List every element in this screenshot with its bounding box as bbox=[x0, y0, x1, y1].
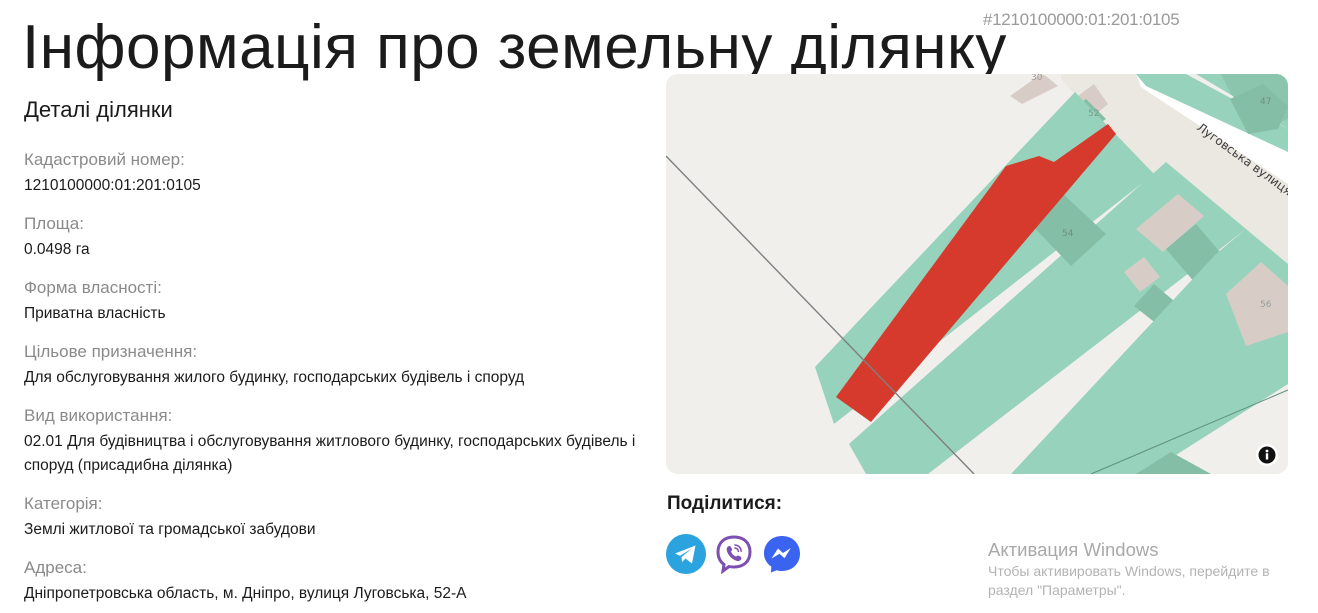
field-purpose: Цільове призначення: Для обслуговування … bbox=[24, 341, 644, 390]
field-value: Для обслуговування жилого будинку, госпо… bbox=[24, 369, 525, 386]
field-ownership: Форма власності: Приватна власність bbox=[24, 277, 644, 326]
house-number-label: 54 bbox=[1062, 229, 1074, 239]
field-value: Приватна власність bbox=[24, 305, 166, 322]
field-label: Адреса: bbox=[24, 558, 87, 577]
windows-activation-watermark: Активация Windows Чтобы активировать Win… bbox=[988, 538, 1298, 600]
messenger-icon[interactable] bbox=[762, 534, 802, 574]
field-label: Площа: bbox=[24, 214, 84, 233]
share-buttons bbox=[666, 534, 802, 574]
field-value: 02.01 Для будівництва і обслуговування ж… bbox=[24, 433, 636, 474]
house-number-label: 47 bbox=[1260, 97, 1271, 107]
watermark-title: Активация Windows bbox=[988, 539, 1159, 560]
house-number-label: 56 bbox=[1260, 300, 1272, 310]
field-value: 0.0498 га bbox=[24, 241, 90, 258]
field-label: Цільове призначення: bbox=[24, 342, 198, 361]
page-title: Інформація про земельну ділянку bbox=[22, 12, 1007, 82]
field-label: Категорія: bbox=[24, 494, 103, 513]
info-icon bbox=[1258, 446, 1276, 464]
house-number-label: 52 bbox=[1088, 109, 1099, 119]
field-cadastral-number: Кадастровий номер: 1210100000:01:201:010… bbox=[24, 149, 644, 198]
field-label: Форма власності: bbox=[24, 278, 162, 297]
details-heading: Деталі ділянки bbox=[24, 97, 173, 122]
field-area: Площа: 0.0498 га bbox=[24, 213, 644, 262]
field-value: Землі житлової та громадської забудови bbox=[24, 521, 316, 538]
share-heading: Поділитися: bbox=[667, 493, 783, 514]
field-value: 1210100000:01:201:0105 bbox=[24, 177, 201, 194]
watermark-subtitle: Чтобы активировать Windows, перейдите в … bbox=[988, 563, 1270, 598]
field-label: Вид використання: bbox=[24, 406, 173, 425]
field-label: Кадастровий номер: bbox=[24, 150, 185, 169]
field-usage: Вид використання: 02.01 Для будівництва … bbox=[24, 405, 644, 478]
parcel-map[interactable]: 30 52 47 54 56 Луговська вулиця bbox=[666, 74, 1288, 474]
map-canvas[interactable]: 30 52 47 54 56 Луговська вулиця bbox=[666, 74, 1288, 474]
field-category: Категорія: Землі житлової та громадської… bbox=[24, 493, 644, 542]
map-info-button[interactable] bbox=[1256, 444, 1278, 466]
field-value: Дніпропетровська область, м. Дніпро, вул… bbox=[24, 585, 467, 602]
viber-icon[interactable] bbox=[714, 534, 754, 574]
field-address: Адреса: Дніпропетровська область, м. Дні… bbox=[24, 557, 644, 606]
cadastral-tag: #1210100000:01:201:0105 bbox=[983, 10, 1180, 29]
house-number-label: 30 bbox=[1031, 74, 1043, 83]
telegram-icon[interactable] bbox=[666, 534, 706, 574]
